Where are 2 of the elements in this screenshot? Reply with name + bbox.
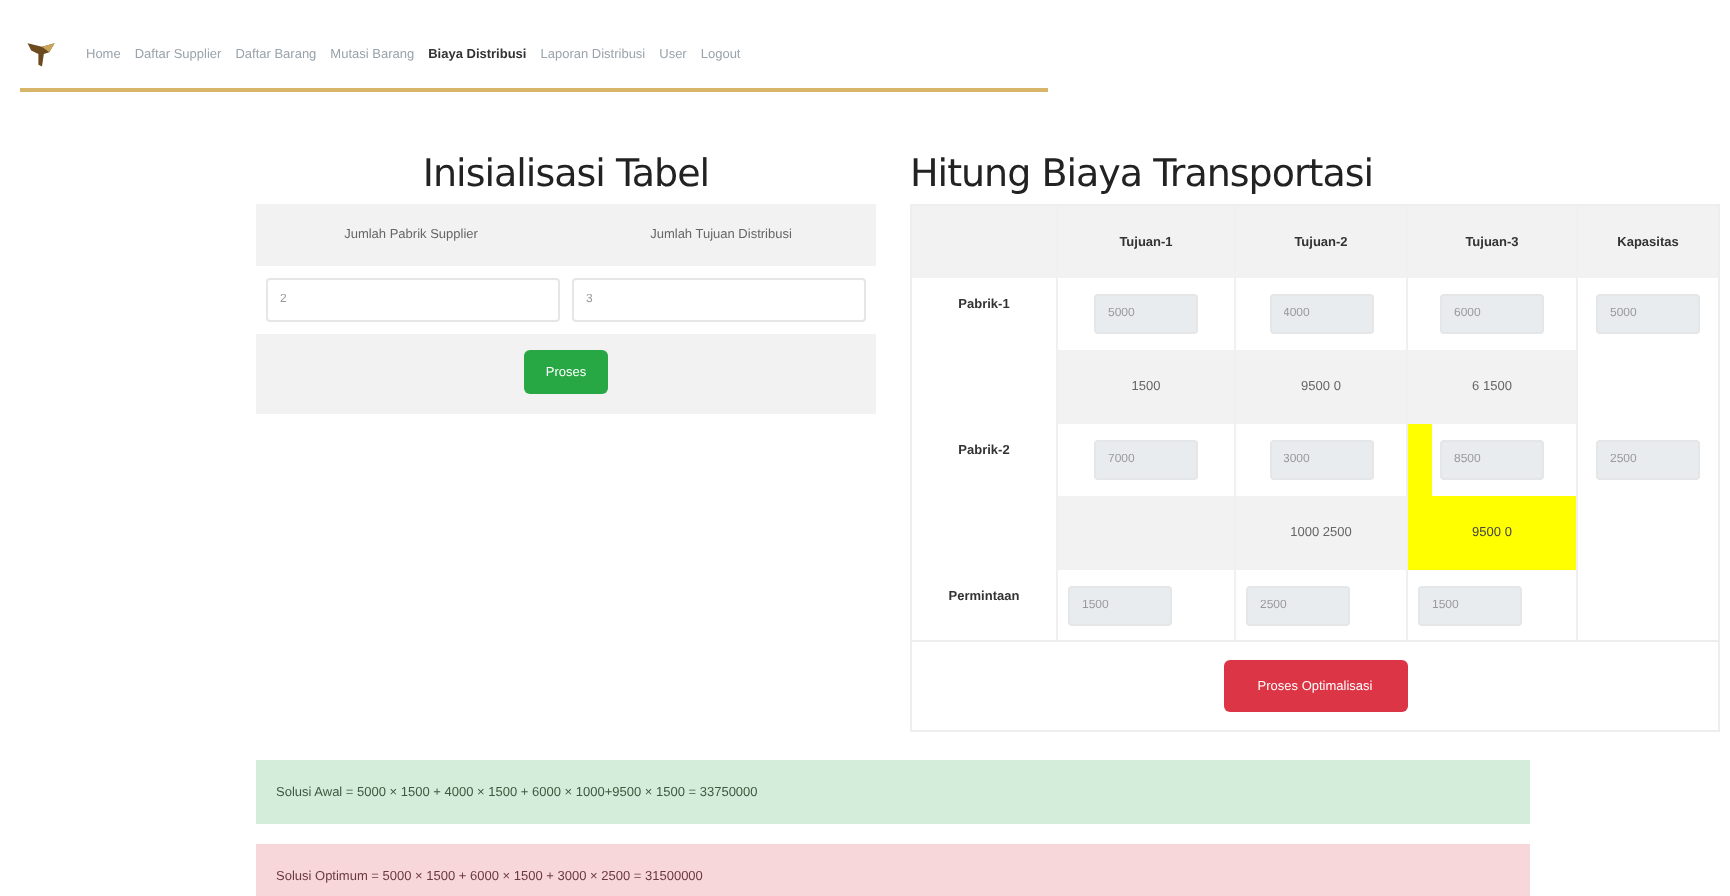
section-title: Hitung Biaya Transportasi (910, 152, 1376, 196)
section-title: Inisialisasi Tabel (420, 152, 712, 196)
